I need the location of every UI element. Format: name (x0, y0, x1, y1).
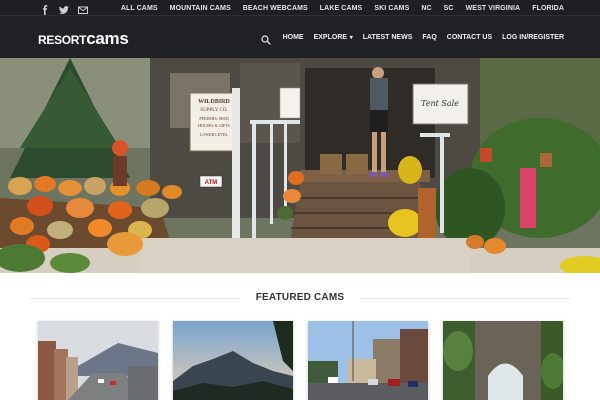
nav-explore[interactable]: EXPLORE ▾ (314, 34, 353, 41)
site-header: RESORTcams HOME EXPLORE ▾ LATEST NEWS FA… (0, 16, 600, 58)
atm-sign: ATM (205, 180, 218, 186)
toplink-mountain-cams[interactable]: MOUNTAIN CAMS (170, 5, 231, 12)
featured-header: FEATURED CAMS (0, 286, 600, 310)
cam-thumb-image (173, 321, 293, 400)
store-sign-line4: HOUSES & GIFTS (198, 123, 230, 128)
toplink-florida[interactable]: FLORIDA (532, 5, 564, 12)
toplink-sc[interactable]: SC (444, 5, 454, 12)
cam-thumb-image (308, 321, 428, 400)
email-icon[interactable] (78, 2, 88, 14)
site-logo[interactable]: RESORTcams (38, 29, 129, 49)
featured-rule-right (360, 298, 570, 299)
facebook-icon[interactable] (40, 2, 50, 15)
toplink-west-virginia[interactable]: WEST VIRGINIA (466, 5, 521, 12)
cam-thumb-image (443, 321, 563, 400)
twitter-icon[interactable] (59, 2, 69, 14)
search-icon[interactable] (260, 32, 271, 45)
chevron-down-icon: ▾ (348, 34, 353, 41)
nav-contact-us[interactable]: CONTACT US (447, 34, 492, 41)
toplink-beach-webcams[interactable]: BEACH WEBCAMS (243, 5, 308, 12)
featured-cam-thumb[interactable] (173, 321, 293, 400)
top-bar: ALL CAMS MOUNTAIN CAMS BEACH WEBCAMS LAK… (0, 0, 600, 16)
store-sign-line2: SUPPLY CO. (200, 108, 227, 113)
store-sign-line5: LOWER LEVEL (200, 132, 228, 137)
nav-latest-news[interactable]: LATEST NEWS (363, 34, 413, 41)
featured-cam-thumb[interactable] (443, 321, 563, 400)
hero-image: WILDBIRD SUPPLY CO. FEEDERS, SEED HOUSES… (0, 58, 600, 273)
featured-cams-grid (0, 321, 600, 400)
nav-login-register[interactable]: LOG IN/REGISTER (502, 34, 564, 41)
toplink-lake-cams[interactable]: LAKE CAMS (320, 5, 363, 12)
toplink-all-cams[interactable]: ALL CAMS (121, 5, 158, 12)
nav-home[interactable]: HOME (283, 34, 304, 41)
logo-resort-text: RESORT (38, 29, 87, 48)
featured-cam-thumb[interactable] (38, 321, 158, 400)
toplink-nc[interactable]: NC (421, 5, 431, 12)
nav-explore-label: EXPLORE (313, 33, 348, 41)
top-links: ALL CAMS MOUNTAIN CAMS BEACH WEBCAMS LAK… (121, 0, 564, 16)
cam-thumb-image (38, 321, 158, 400)
featured-cam-thumb[interactable] (308, 321, 428, 400)
social-links (40, 2, 88, 15)
store-sign-line1: WILDBIRD (198, 99, 230, 105)
main-nav: HOME EXPLORE ▾ LATEST NEWS FAQ CONTACT U… (260, 16, 564, 58)
tent-sale-sign: Tent Sale (421, 99, 459, 108)
nav-faq[interactable]: FAQ (422, 34, 436, 41)
toplink-ski-cams[interactable]: SKI CAMS (374, 5, 409, 12)
logo-cams-text: cams (86, 29, 129, 48)
hero-scene: WILDBIRD SUPPLY CO. FEEDERS, SEED HOUSES… (0, 58, 600, 273)
